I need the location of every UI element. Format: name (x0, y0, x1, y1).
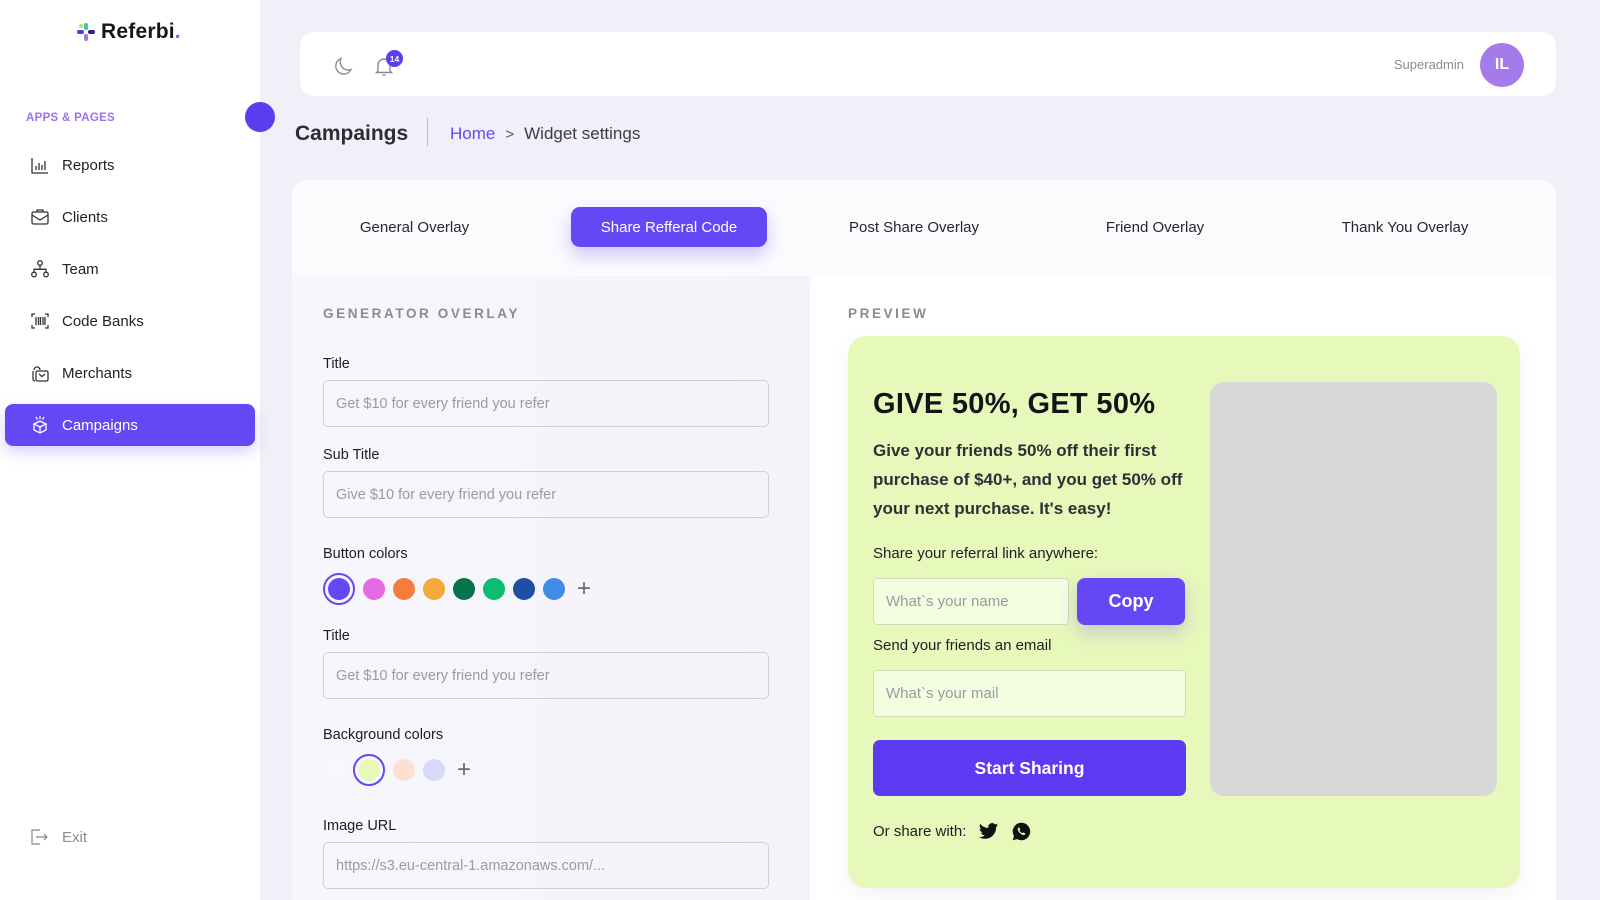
sidebar-item-label: Code Banks (62, 312, 144, 330)
widget-description: Give your friends 50% off their first pu… (873, 441, 1183, 518)
section-label: APPS & PAGES (26, 112, 116, 124)
preview-heading: PREVIEW (848, 306, 929, 321)
button-color-swatch[interactable] (363, 578, 385, 600)
breadcrumb-separator: > (505, 125, 515, 143)
preview-panel: PREVIEW GIVE 50%, GET 50% Give your frie… (810, 276, 1556, 900)
add-color-icon[interactable]: + (577, 577, 591, 601)
bar-chart-icon (31, 158, 48, 174)
sidebar-item-team[interactable]: Team (5, 248, 255, 290)
sidebar-item-label: Clients (62, 208, 108, 226)
sidebar: Referbi. APPS & PAGES Reports Clients Te… (0, 0, 260, 900)
button-color-swatch[interactable] (393, 578, 415, 600)
button-color-swatch[interactable] (423, 578, 445, 600)
button-color-picker: + (323, 573, 591, 605)
tab-friend-overlay[interactable]: Friend Overlay (1075, 207, 1235, 247)
button-color-swatch[interactable] (323, 573, 355, 605)
sidebar-item-reports[interactable]: Reports (5, 144, 255, 186)
tab-share-refferal-code[interactable]: Share Refferal Code (571, 207, 767, 247)
title2-input[interactable] (323, 652, 769, 699)
sidebar-item-clients[interactable]: Clients (5, 196, 255, 238)
widget-title: GIVE 50%, GET 50% (873, 388, 1156, 420)
sidebar-item-merchants[interactable]: Merchants (5, 352, 255, 394)
breadcrumb-current: Widget settings (524, 124, 641, 143)
widget-image-placeholder (1210, 382, 1497, 796)
page-title: Campaings (295, 122, 409, 145)
whatsapp-icon[interactable] (1011, 821, 1032, 842)
name-input[interactable] (873, 578, 1069, 625)
sidebar-item-label: Team (62, 260, 99, 278)
logout-icon (31, 829, 48, 845)
background-color-swatch[interactable] (353, 754, 385, 786)
briefcase-icon (31, 209, 49, 225)
background-color-picker: + (323, 754, 471, 786)
referbi-logo-icon (77, 23, 95, 41)
image-url-input[interactable] (323, 842, 769, 889)
background-colors-label: Background colors (323, 727, 444, 743)
button-color-swatch[interactable] (543, 578, 565, 600)
title-input[interactable] (323, 380, 769, 427)
sidebar-item-code-banks[interactable]: Code Banks (5, 300, 255, 342)
share-with-label: Or share with: (873, 823, 967, 840)
background-color-swatch[interactable] (393, 759, 415, 781)
logo[interactable]: Referbi. (77, 20, 181, 44)
button-color-swatch[interactable] (453, 578, 475, 600)
title2-label: Title (323, 628, 350, 644)
widget-settings-card: General Overlay Share Refferal Code Post… (292, 180, 1556, 900)
breadcrumb: Home > Widget settings (450, 124, 640, 144)
tab-general-overlay[interactable]: General Overlay (332, 207, 497, 247)
title-divider (427, 118, 428, 146)
exit-label: Exit (62, 828, 88, 846)
button-color-swatch[interactable] (483, 578, 505, 600)
sidebar-item-label: Campaigns (62, 416, 138, 434)
org-chart-icon (31, 260, 49, 278)
sidebar-item-label: Merchants (62, 364, 133, 382)
sidebar-collapse-toggle[interactable] (245, 102, 275, 132)
barcode-icon (31, 313, 49, 329)
subtitle-label: Sub Title (323, 447, 380, 463)
notification-badge: 14 (386, 50, 403, 67)
topbar: 14 Superadmin IL (300, 32, 1556, 96)
shopping-bag-icon (32, 366, 49, 382)
avatar[interactable]: IL (1480, 43, 1524, 87)
sidebar-nav: Reports Clients Team Code Banks Merchant… (5, 144, 255, 456)
subtitle-input[interactable] (323, 471, 769, 518)
mail-input[interactable] (873, 670, 1186, 717)
brand-name: Referbi. (101, 20, 181, 43)
title-label: Title (323, 356, 350, 372)
moon-icon[interactable] (332, 54, 356, 78)
share-with-row: Or share with: (873, 821, 1032, 842)
exit-button[interactable]: Exit (30, 828, 87, 846)
start-sharing-button[interactable]: Start Sharing (873, 740, 1186, 796)
email-label: Send your friends an email (873, 637, 1052, 654)
tab-thank-you-overlay[interactable]: Thank You Overlay (1310, 207, 1500, 247)
sidebar-item-campaigns[interactable]: Campaigns (5, 404, 255, 446)
form-heading: GENERATOR OVERLAY (323, 306, 520, 321)
twitter-icon[interactable] (978, 821, 999, 842)
tab-post-share-overlay[interactable]: Post Share Overlay (819, 207, 1009, 247)
breadcrumb-home[interactable]: Home (450, 124, 495, 144)
overlay-tabs: General Overlay Share Refferal Code Post… (292, 180, 1556, 276)
referral-widget-preview: GIVE 50%, GET 50% Give your friends 50% … (848, 336, 1520, 888)
button-color-swatch[interactable] (513, 578, 535, 600)
gift-box-icon (32, 416, 48, 434)
add-color-icon[interactable]: + (457, 758, 471, 782)
sidebar-item-label: Reports (62, 156, 115, 174)
background-color-swatch[interactable] (423, 759, 445, 781)
copy-button[interactable]: Copy (1077, 578, 1185, 625)
image-url-label: Image URL (323, 818, 397, 834)
user-role: Superadmin (1393, 57, 1464, 72)
background-color-swatch[interactable] (323, 759, 345, 781)
button-colors-label: Button colors (323, 546, 408, 562)
share-link-label: Share your referral link anywhere: (873, 545, 1099, 562)
generator-form: GENERATOR OVERLAY Title Sub Title Button… (292, 276, 810, 900)
